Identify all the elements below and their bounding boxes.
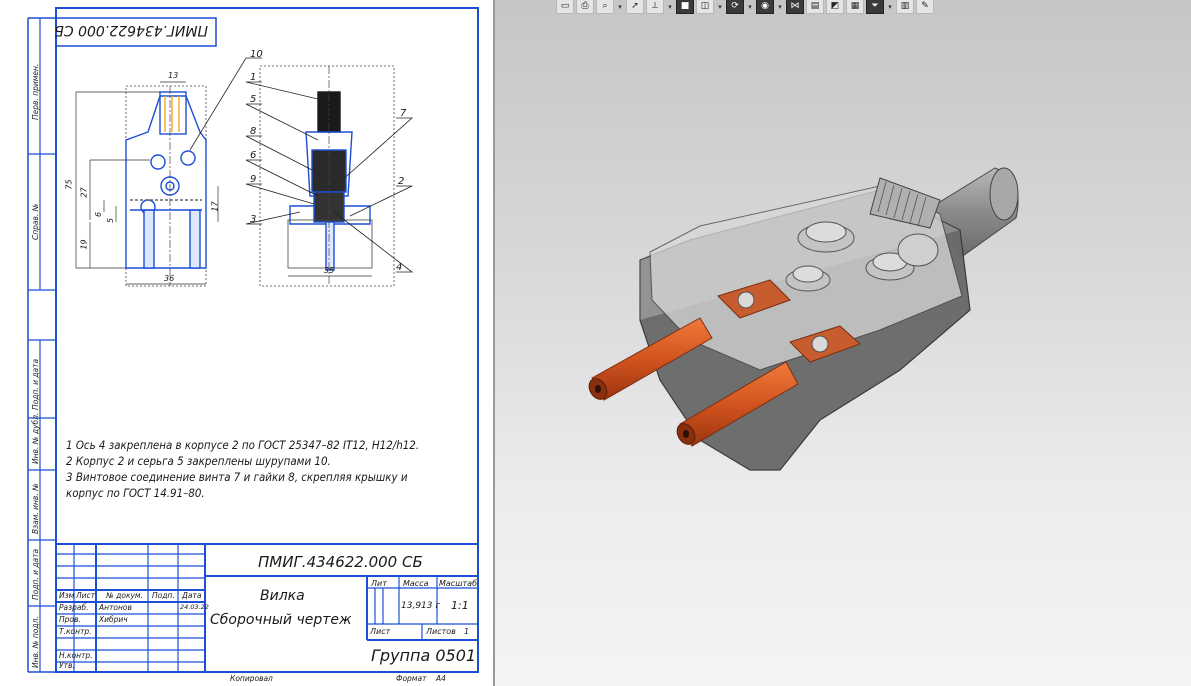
role-prov: Пров. bbox=[59, 615, 81, 624]
section-icon[interactable]: ◩ bbox=[826, 0, 844, 14]
view-toolbar: ▭ ⎙ ⌕ ▾ ➚ ⟂ ▾ ■ ◫ ▾ ⟳ ▾ ◉ ▾ ⋈ ▤ ◩ ▦ ⏷ ▾ … bbox=[556, 0, 1140, 14]
grid-icon[interactable]: ▥ bbox=[896, 0, 914, 14]
zoom-icon[interactable]: ⌕ bbox=[596, 0, 614, 14]
lit-label: Лит bbox=[371, 579, 387, 588]
title-designation: ПМИГ.434622.000 СБ bbox=[258, 553, 423, 571]
title-name-2: Сборочный чертеж bbox=[210, 612, 352, 628]
side-label-podl: Инв. № подл. bbox=[31, 616, 40, 668]
technical-notes: 1 Ось 4 закреплена в корпусе 2 по ГОСТ 2… bbox=[66, 438, 443, 502]
col-izm: Изм bbox=[59, 591, 75, 600]
callout-4: 4 bbox=[396, 262, 403, 273]
filter-icon[interactable]: ⏷ bbox=[866, 0, 884, 14]
rotate-icon[interactable]: ⟳ bbox=[726, 0, 744, 14]
sheet-label: Лист bbox=[370, 627, 391, 636]
model-render bbox=[588, 167, 1019, 471]
pencil-icon[interactable]: ✎ bbox=[916, 0, 934, 14]
role-nkontr: Н.контр. bbox=[59, 651, 93, 660]
cursor-icon[interactable]: ➚ bbox=[626, 0, 644, 14]
drawing-sheet[interactable]: ПМИГ.434622.000 СБ Перв. примен. Справ. … bbox=[0, 0, 493, 686]
box-wire-icon[interactable]: ◫ bbox=[696, 0, 714, 14]
measure-icon[interactable]: ⋈ bbox=[786, 0, 804, 14]
sheet-frame bbox=[55, 7, 479, 673]
mass-value: 13,913 г bbox=[401, 601, 441, 611]
dim-6: 6 bbox=[94, 211, 104, 218]
top-stamp: ПМИГ.434622.000 СБ bbox=[54, 22, 208, 38]
dim-19: 19 bbox=[79, 239, 89, 250]
side-view bbox=[259, 65, 395, 287]
col-list: Лист bbox=[76, 591, 96, 600]
sheets-value: 1 bbox=[464, 627, 470, 636]
side-label-vzam: Взам. инв. № bbox=[31, 483, 40, 534]
dimension-icon[interactable]: ⟂ bbox=[646, 0, 664, 14]
chevron-down-icon[interactable]: ▾ bbox=[886, 0, 894, 14]
footer-copied: Копировал bbox=[230, 674, 273, 683]
dim-5: 5 bbox=[106, 217, 116, 224]
role-tkontr: Т.контр. bbox=[59, 627, 92, 636]
view-icon[interactable]: ◉ bbox=[756, 0, 774, 14]
print-icon[interactable]: ⎙ bbox=[576, 0, 594, 14]
callout-leaders bbox=[189, 57, 414, 273]
dim-13: 13 bbox=[168, 71, 179, 80]
note-3: 3 Винтовое соединение винта 7 и гайки 8,… bbox=[66, 471, 408, 500]
note-1: 1 Ось 4 закреплена в корпусе 2 по ГОСТ 2… bbox=[66, 439, 420, 452]
chevron-down-icon[interactable]: ▾ bbox=[666, 0, 674, 14]
callout-8: 8 bbox=[250, 126, 257, 137]
col-podp: Подп. bbox=[152, 591, 175, 600]
callout-3: 3 bbox=[250, 214, 257, 225]
footer-format-value: A4 bbox=[436, 674, 446, 683]
properties-icon[interactable]: ▦ bbox=[846, 0, 864, 14]
name-developer: Антонов bbox=[99, 603, 132, 612]
col-data: Дата bbox=[182, 591, 202, 600]
callout-5: 5 bbox=[250, 94, 257, 105]
title-name-1: Вилка bbox=[260, 588, 305, 604]
side-label-podp2: Подп. и дата bbox=[31, 548, 40, 600]
side-label-podp1: Подп. и дата bbox=[31, 358, 40, 410]
layers-icon[interactable]: ▤ bbox=[806, 0, 824, 14]
callout-6: 6 bbox=[250, 150, 257, 161]
chevron-down-icon[interactable]: ▾ bbox=[616, 0, 624, 14]
side-label-perv: Перв. примен. bbox=[31, 63, 40, 120]
scale-value: 1:1 bbox=[451, 599, 469, 612]
chevron-down-icon[interactable]: ▾ bbox=[716, 0, 724, 14]
front-view bbox=[125, 85, 207, 287]
date-value: 24.03.22 bbox=[180, 603, 209, 611]
footer-format: Формат bbox=[396, 674, 427, 683]
note-2: 2 Корпус 2 и серьга 5 закреплены шурупам… bbox=[66, 455, 331, 468]
callout-7: 7 bbox=[400, 108, 407, 119]
sheet-icon[interactable]: ▭ bbox=[556, 0, 574, 14]
chevron-down-icon[interactable]: ▾ bbox=[776, 0, 784, 14]
model-viewport[interactable] bbox=[495, 0, 1191, 686]
mass-label: Масса bbox=[403, 579, 429, 588]
scale-label: Масштаб bbox=[439, 579, 478, 588]
box-solid-icon[interactable]: ■ bbox=[676, 0, 694, 14]
role-razrab: Разраб. bbox=[59, 603, 89, 612]
dim-75: 75 bbox=[64, 179, 74, 190]
dim-35: 35 bbox=[324, 266, 335, 275]
chevron-down-icon[interactable]: ▾ bbox=[746, 0, 754, 14]
col-dokum: № докум. bbox=[106, 591, 143, 600]
role-utv: Утв. bbox=[59, 661, 75, 670]
callout-10: 10 bbox=[250, 49, 263, 60]
sheets-label: Листов bbox=[426, 627, 456, 636]
dim-27: 27 bbox=[79, 187, 89, 198]
side-label-sprav: Справ. № bbox=[31, 203, 40, 241]
dim-36: 36 bbox=[164, 274, 175, 283]
dim-17: 17 bbox=[210, 201, 220, 212]
callout-9: 9 bbox=[250, 174, 257, 185]
callout-2: 2 bbox=[398, 176, 405, 187]
side-label-dubl: Инв. № дубл. bbox=[31, 412, 40, 464]
callout-1: 1 bbox=[250, 72, 257, 83]
group-value: Группа 0501 bbox=[371, 646, 477, 665]
name-checker: Хибрич bbox=[99, 615, 128, 624]
